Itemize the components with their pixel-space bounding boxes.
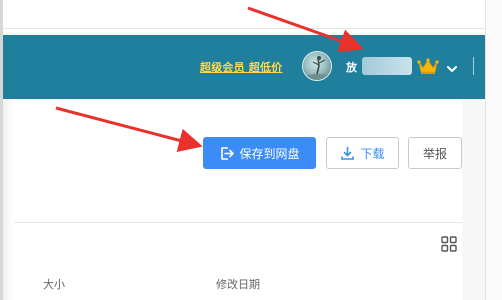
save-to-cloud-button[interactable]: 保存到网盘 xyxy=(203,137,316,169)
toolbar-divider xyxy=(0,222,462,223)
save-to-cloud-icon xyxy=(219,146,235,161)
report-button[interactable]: 举报 xyxy=(408,137,462,169)
screenshot-frame: 超级会员 超低价 放 保存到网盘 下载 举报 大小 修改日期 xyxy=(0,0,502,300)
crown-icon xyxy=(417,57,439,75)
column-header-modified-date[interactable]: 修改日期 xyxy=(216,276,260,292)
avatar-image xyxy=(303,56,331,80)
window-left-edge xyxy=(0,0,3,300)
chevron-down-icon[interactable] xyxy=(446,60,458,72)
main-content: 保存到网盘 下载 举报 大小 修改日期 xyxy=(0,100,462,300)
grid-view-icon[interactable] xyxy=(441,236,457,252)
scrollbar-track[interactable] xyxy=(485,0,502,300)
download-label: 下载 xyxy=(360,146,385,161)
header-divider xyxy=(473,57,474,75)
report-label: 举报 xyxy=(422,146,447,161)
column-header-size[interactable]: 大小 xyxy=(43,276,65,292)
username-redaction xyxy=(362,57,412,75)
save-to-cloud-label: 保存到网盘 xyxy=(239,146,300,161)
top-divider xyxy=(0,28,485,29)
avatar[interactable] xyxy=(302,51,332,81)
download-button[interactable]: 下载 xyxy=(326,137,399,169)
app-header: 超级会员 超低价 放 xyxy=(0,35,485,99)
username: 放 xyxy=(346,61,357,74)
download-icon xyxy=(340,146,355,161)
vip-promo-link[interactable]: 超级会员 超低价 xyxy=(200,59,282,75)
